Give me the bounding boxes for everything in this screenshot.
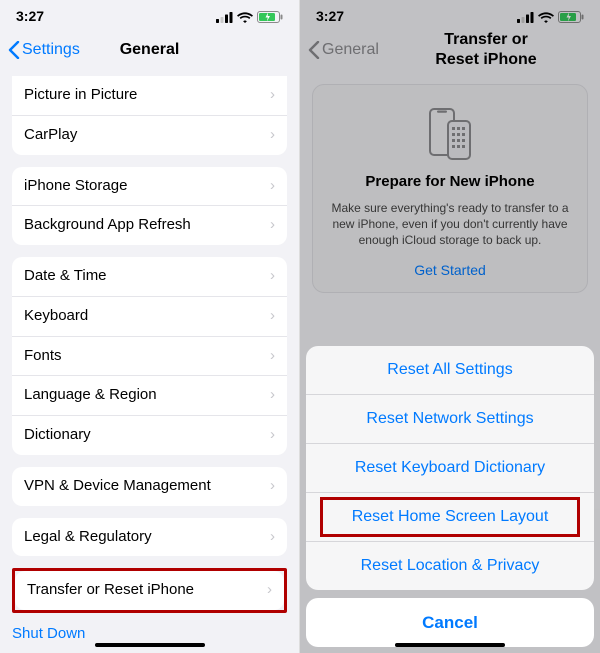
chevron-right-icon: ›	[267, 581, 272, 600]
row-dictionary[interactable]: Dictionary›	[12, 415, 287, 455]
sheet-cancel-button[interactable]: Cancel	[306, 598, 594, 647]
nav-back-label: Settings	[22, 40, 80, 60]
chevron-right-icon: ›	[270, 307, 275, 326]
sheet-reset-all-settings[interactable]: Reset All Settings	[306, 346, 594, 394]
status-time: 3:27	[16, 8, 44, 26]
row-picture-in-picture[interactable]: Picture in Picture›	[12, 76, 287, 115]
chevron-right-icon: ›	[270, 426, 275, 445]
status-icons	[216, 11, 283, 23]
chevron-right-icon: ›	[270, 177, 275, 196]
row-shut-down[interactable]: Shut Down	[0, 613, 299, 644]
row-background-app-refresh[interactable]: Background App Refresh›	[12, 205, 287, 245]
reset-action-sheet: Reset All Settings Reset Network Setting…	[306, 346, 594, 647]
settings-group: Transfer or Reset iPhone›	[15, 571, 284, 610]
chevron-right-icon: ›	[270, 216, 275, 235]
battery-icon	[257, 11, 283, 23]
settings-list[interactable]: Picture in Picture› CarPlay› iPhone Stor…	[0, 66, 299, 653]
chevron-right-icon: ›	[270, 267, 275, 286]
row-vpn-device-management[interactable]: VPN & Device Management›	[12, 467, 287, 506]
chevron-right-icon: ›	[270, 86, 275, 105]
nav-bar: Settings General	[0, 34, 299, 66]
row-legal-regulatory[interactable]: Legal & Regulatory›	[12, 518, 287, 557]
chevron-right-icon: ›	[270, 386, 275, 405]
home-indicator[interactable]	[395, 643, 505, 647]
chevron-right-icon: ›	[270, 347, 275, 366]
row-keyboard[interactable]: Keyboard›	[12, 296, 287, 336]
sheet-reset-network-settings[interactable]: Reset Network Settings	[306, 394, 594, 443]
nav-back-button[interactable]: Settings	[8, 40, 80, 60]
chevron-right-icon: ›	[270, 477, 275, 496]
chevron-right-icon: ›	[270, 126, 275, 145]
home-indicator[interactable]	[95, 643, 205, 647]
screen-general-settings: 3:27 Settings General Picture in Picture…	[0, 0, 300, 653]
settings-group: iPhone Storage› Background App Refresh›	[12, 167, 287, 246]
row-iphone-storage[interactable]: iPhone Storage›	[12, 167, 287, 206]
row-transfer-or-reset-iphone[interactable]: Transfer or Reset iPhone›	[15, 571, 284, 610]
action-sheet-group: Reset All Settings Reset Network Setting…	[306, 346, 594, 590]
signal-icon	[216, 12, 233, 23]
sheet-reset-location-privacy[interactable]: Reset Location & Privacy	[306, 541, 594, 590]
wifi-icon	[237, 12, 253, 23]
chevron-left-icon	[8, 41, 20, 59]
settings-group: Picture in Picture› CarPlay›	[12, 76, 287, 155]
row-fonts[interactable]: Fonts›	[12, 336, 287, 376]
row-language-region[interactable]: Language & Region›	[12, 375, 287, 415]
chevron-right-icon: ›	[270, 528, 275, 547]
settings-group: Date & Time› Keyboard› Fonts› Language &…	[12, 257, 287, 455]
settings-group: VPN & Device Management›	[12, 467, 287, 506]
settings-group: Legal & Regulatory›	[12, 518, 287, 557]
row-date-time[interactable]: Date & Time›	[12, 257, 287, 296]
annotation-highlight: Transfer or Reset iPhone›	[12, 568, 287, 613]
screen-transfer-or-reset: 3:27 General Transfer or Reset iPhone	[300, 0, 600, 653]
nav-title: General	[120, 40, 180, 60]
sheet-reset-home-screen-layout[interactable]: Reset Home Screen Layout	[306, 492, 594, 541]
status-bar: 3:27	[0, 0, 299, 34]
row-carplay[interactable]: CarPlay›	[12, 115, 287, 155]
sheet-reset-keyboard-dictionary[interactable]: Reset Keyboard Dictionary	[306, 443, 594, 492]
